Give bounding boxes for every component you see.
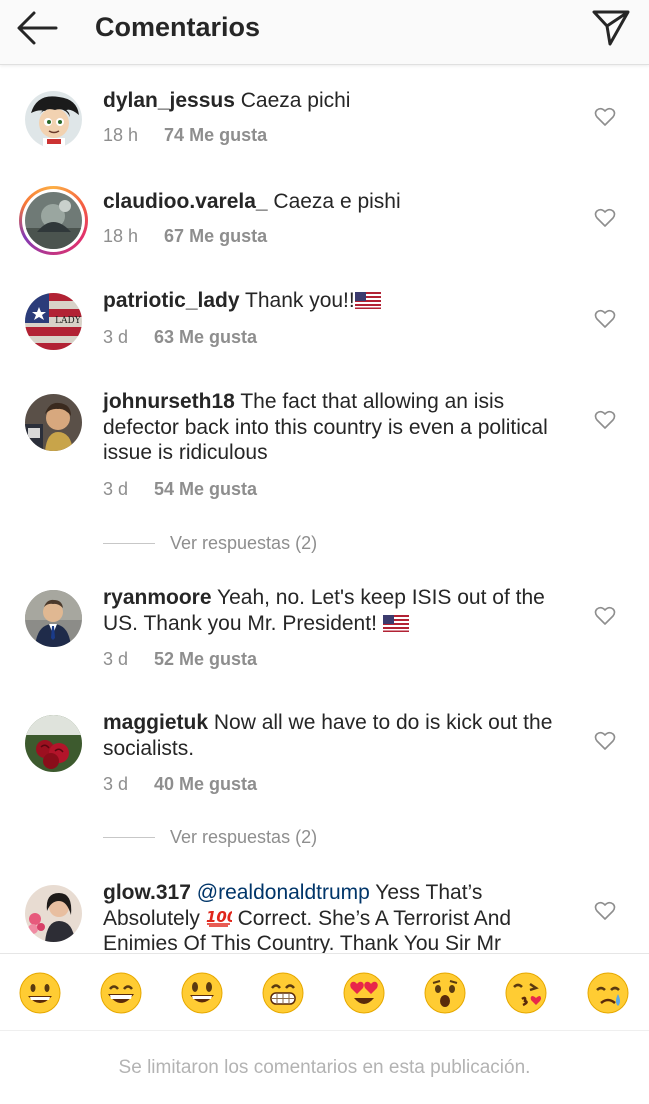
avatar[interactable]	[25, 91, 82, 148]
heart-icon[interactable]	[594, 208, 616, 228]
avatar	[25, 192, 82, 249]
grinning-face-icon[interactable]	[19, 972, 61, 1014]
comment-text: maggietuk Now all we have to do is kick …	[103, 710, 578, 761]
comment-text: dylan_jessus Caeza pichi	[103, 88, 578, 114]
view-replies-button[interactable]: Ver respuestas (2)	[103, 826, 403, 850]
comment-time: 3 d	[103, 479, 129, 499]
comment-time: 3 d	[103, 327, 129, 347]
comment-text: patriotic_lady Thank you!!	[103, 288, 578, 314]
heart-icon[interactable]	[594, 107, 616, 127]
comment-meta: 3 d 54 Me gusta	[103, 478, 257, 500]
arrow-left-icon	[17, 11, 58, 45]
comment-meta: 3 d 40 Me gusta	[103, 773, 257, 795]
heart-icon[interactable]	[594, 606, 616, 626]
hushed-face-icon[interactable]	[424, 972, 466, 1014]
comment-username[interactable]: maggietuk	[103, 711, 208, 734]
avatar[interactable]	[25, 394, 82, 451]
comment-likes[interactable]: 63 Me gusta	[154, 327, 257, 347]
comment-text: claudioo.varela_ Caeza e pishi	[103, 189, 578, 215]
comment-likes[interactable]: 52 Me gusta	[154, 649, 257, 669]
comment-text: glow.317 @realdonaldtrump Yess That’s Ab…	[103, 880, 578, 953]
photo-avatar-image	[25, 885, 82, 942]
avatar[interactable]: LADY	[25, 293, 82, 350]
comment-username[interactable]: johnurseth18	[103, 390, 235, 413]
comment-body: Caeza pichi	[234, 89, 351, 112]
replies-divider	[103, 543, 155, 544]
face-blowing-kiss-icon[interactable]	[505, 972, 547, 1014]
comment-username[interactable]: claudioo.varela_	[103, 190, 268, 213]
us-flag-icon	[382, 614, 409, 632]
comment-time: 18 h	[103, 226, 139, 246]
flag-art-avatar-image: LADY	[25, 293, 82, 350]
page-title: Comentarios	[95, 12, 261, 42]
heart-icon[interactable]	[594, 309, 616, 329]
replies-divider	[103, 837, 155, 838]
comment-text: ryanmoore Yeah, no. Let's keep ISIS out …	[103, 585, 578, 636]
us-flag-icon	[354, 292, 381, 309]
avatar[interactable]	[25, 885, 82, 942]
view-replies-label: Ver respuestas (2)	[170, 827, 318, 847]
comment-list[interactable]: dylan_jessus Caeza pichi 18 h 74 Me gusta	[0, 66, 649, 953]
crying-face-icon[interactable]	[587, 972, 629, 1014]
emoji-quick-bar	[0, 953, 649, 1031]
svg-text:LADY: LADY	[55, 316, 82, 326]
share-button[interactable]	[591, 8, 631, 48]
comment-meta: 3 d 63 Me gusta	[103, 326, 257, 348]
comment-body: Thank you!!	[239, 289, 355, 312]
grinning-face-smiling-eyes-icon[interactable]	[100, 972, 142, 1014]
back-button[interactable]	[14, 8, 60, 48]
comments-limited-notice: Se limitaron los comentarios en esta pub…	[0, 1032, 649, 1104]
hundred-points-icon: 100	[206, 908, 232, 927]
comment-time: 3 d	[103, 649, 129, 669]
comments-screen: Comentarios dylan_jessus Caeza pichi 18 …	[0, 0, 649, 1104]
top-bar: Comentarios	[0, 0, 649, 65]
photo-avatar-image	[25, 192, 82, 249]
avatar[interactable]	[25, 590, 82, 647]
heart-icon[interactable]	[594, 731, 616, 751]
paper-plane-icon	[592, 10, 630, 46]
comment-text: johnurseth18 The fact that allowing an i…	[103, 389, 578, 466]
cartoon-avatar-image	[25, 91, 82, 148]
comment-likes[interactable]: 67 Me gusta	[164, 226, 267, 246]
comment-likes[interactable]: 54 Me gusta	[154, 479, 257, 499]
grimacing-face-icon[interactable]	[262, 972, 304, 1014]
comment-meta: 18 h 67 Me gusta	[103, 225, 267, 247]
smiley-face-icon[interactable]	[181, 972, 223, 1014]
comment-likes[interactable]: 74 Me gusta	[164, 125, 267, 145]
view-replies-label: Ver respuestas (2)	[170, 533, 318, 553]
comment-meta: 18 h 74 Me gusta	[103, 124, 267, 146]
photo-avatar-image	[25, 394, 82, 451]
photo-avatar-image	[25, 590, 82, 647]
comment-time: 18 h	[103, 125, 139, 145]
comment-likes[interactable]: 40 Me gusta	[154, 774, 257, 794]
comment-username[interactable]: glow.317	[103, 881, 191, 904]
heart-icon[interactable]	[594, 901, 616, 921]
comment-time: 3 d	[103, 774, 129, 794]
comment-username[interactable]: ryanmoore	[103, 586, 212, 609]
comment-body: Caeza e pishi	[267, 190, 401, 213]
avatar-story-ring[interactable]	[19, 186, 88, 255]
comment-username[interactable]: dylan_jessus	[103, 89, 235, 112]
view-replies-button[interactable]: Ver respuestas (2)	[103, 532, 403, 556]
heart-eyes-face-icon[interactable]	[343, 972, 385, 1014]
comment-mention[interactable]: @realdonaldtrump	[191, 881, 370, 904]
comment-username[interactable]: patriotic_lady	[103, 289, 240, 312]
heart-icon[interactable]	[594, 410, 616, 430]
roses-avatar-image	[25, 715, 82, 772]
avatar[interactable]	[25, 715, 82, 772]
comment-meta: 3 d 52 Me gusta	[103, 648, 257, 670]
svg-text:100: 100	[206, 908, 232, 926]
